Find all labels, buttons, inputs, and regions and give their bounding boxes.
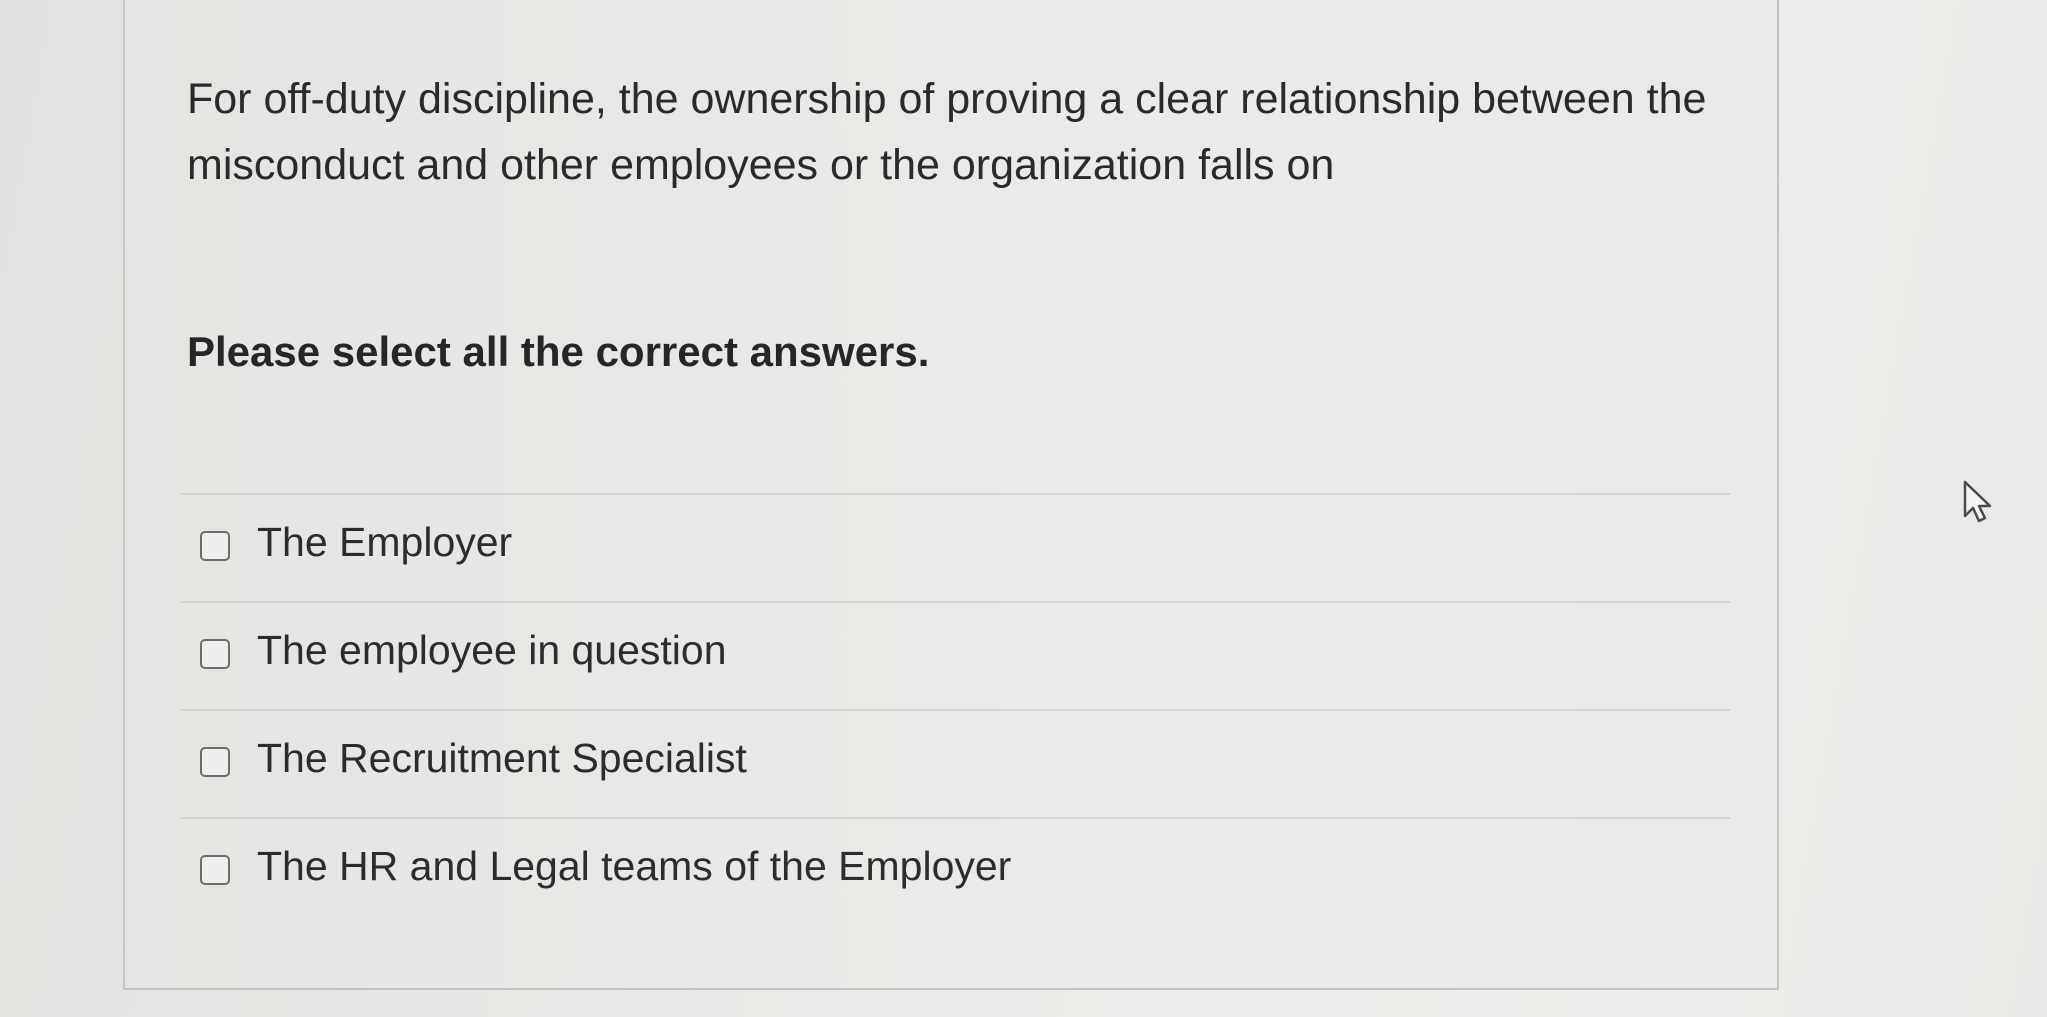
answer-option[interactable]: The employee in question xyxy=(180,601,1730,709)
answer-option-label[interactable]: The employee in question xyxy=(257,627,727,674)
answer-option-label[interactable]: The Employer xyxy=(257,519,512,566)
checkbox-unchecked-icon[interactable] xyxy=(200,855,230,885)
checkbox-unchecked-icon[interactable] xyxy=(200,531,230,561)
question-panel: For off-duty discipline, the ownership o… xyxy=(123,0,1779,990)
answer-option-label[interactable]: The HR and Legal teams of the Employer xyxy=(257,843,1011,890)
mouse-pointer-icon xyxy=(1963,480,1992,523)
answer-option[interactable]: The Recruitment Specialist xyxy=(180,709,1730,817)
answer-option[interactable]: The Employer xyxy=(180,493,1730,601)
answer-option[interactable]: The HR and Legal teams of the Employer xyxy=(180,817,1730,925)
quiz-page: For off-duty discipline, the ownership o… xyxy=(0,0,2047,1017)
question-text: For off-duty discipline, the ownership o… xyxy=(187,75,1707,189)
checkbox-unchecked-icon[interactable] xyxy=(200,747,230,777)
answer-option-label[interactable]: The Recruitment Specialist xyxy=(257,735,747,782)
checkbox-unchecked-icon[interactable] xyxy=(200,639,230,669)
answer-options: The Employer The employee in question Th… xyxy=(180,493,1730,925)
answer-instruction: Please select all the correct answers. xyxy=(187,328,930,375)
